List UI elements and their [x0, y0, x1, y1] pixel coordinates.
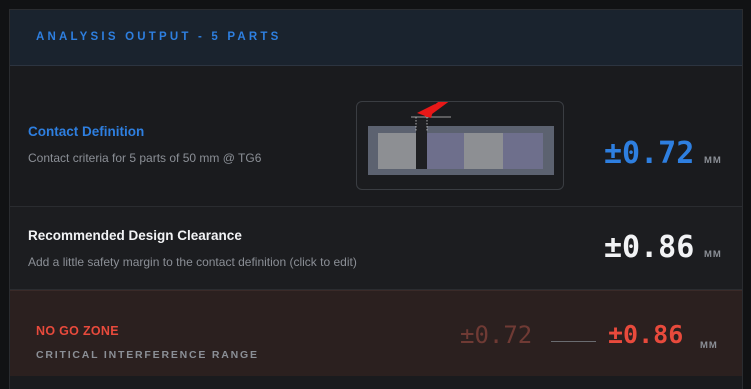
no-go-zone-title: NO GO ZONE: [36, 324, 119, 338]
part-2: [427, 133, 464, 169]
parts-stack-svg: [368, 80, 554, 175]
no-go-zone-subtitle: CRITICAL INTERFERENCE RANGE: [36, 349, 259, 361]
contact-definition-subtitle: Contact criteria for 5 parts of 50 mm @ …: [28, 151, 262, 165]
header-title: ANALYSIS OUTPUT - 5 PARTS: [36, 31, 282, 43]
contact-definition-row: Contact Definition Contact criteria for …: [10, 66, 742, 207]
part-4: [503, 133, 543, 169]
no-go-range-high: ±0.86: [608, 320, 684, 349]
no-go-zone-row: NO GO ZONE CRITICAL INTERFERENCE RANGE ±…: [10, 290, 742, 377]
design-clearance-title: Recommended Design Clearance: [28, 228, 242, 243]
no-go-range-low: ±0.72: [460, 321, 533, 349]
analysis-output-panel: ANALYSIS OUTPUT - 5 PARTS Contact Defini…: [9, 9, 743, 389]
design-clearance-subtitle: Add a little safety margin to the contac…: [28, 255, 357, 269]
part-3: [464, 133, 503, 169]
no-go-range-unit: MM: [700, 340, 718, 351]
part-1: [378, 133, 416, 169]
panel-footer-strip: [10, 376, 742, 389]
range-connector-line: [551, 341, 596, 342]
gap-slot: [416, 120, 427, 169]
arrow-head-icon: [417, 104, 435, 118]
contact-unit: MM: [704, 155, 722, 166]
design-clearance-row[interactable]: Recommended Design Clearance Add a littl…: [10, 207, 742, 290]
contact-definition-title: Contact Definition: [28, 124, 145, 139]
parts-stack-diagram: [356, 80, 564, 190]
contact-value: ±0.72: [604, 136, 695, 171]
panel-header: ANALYSIS OUTPUT - 5 PARTS: [10, 10, 742, 66]
clearance-unit: MM: [704, 249, 722, 260]
clearance-value[interactable]: ±0.86: [604, 230, 694, 265]
